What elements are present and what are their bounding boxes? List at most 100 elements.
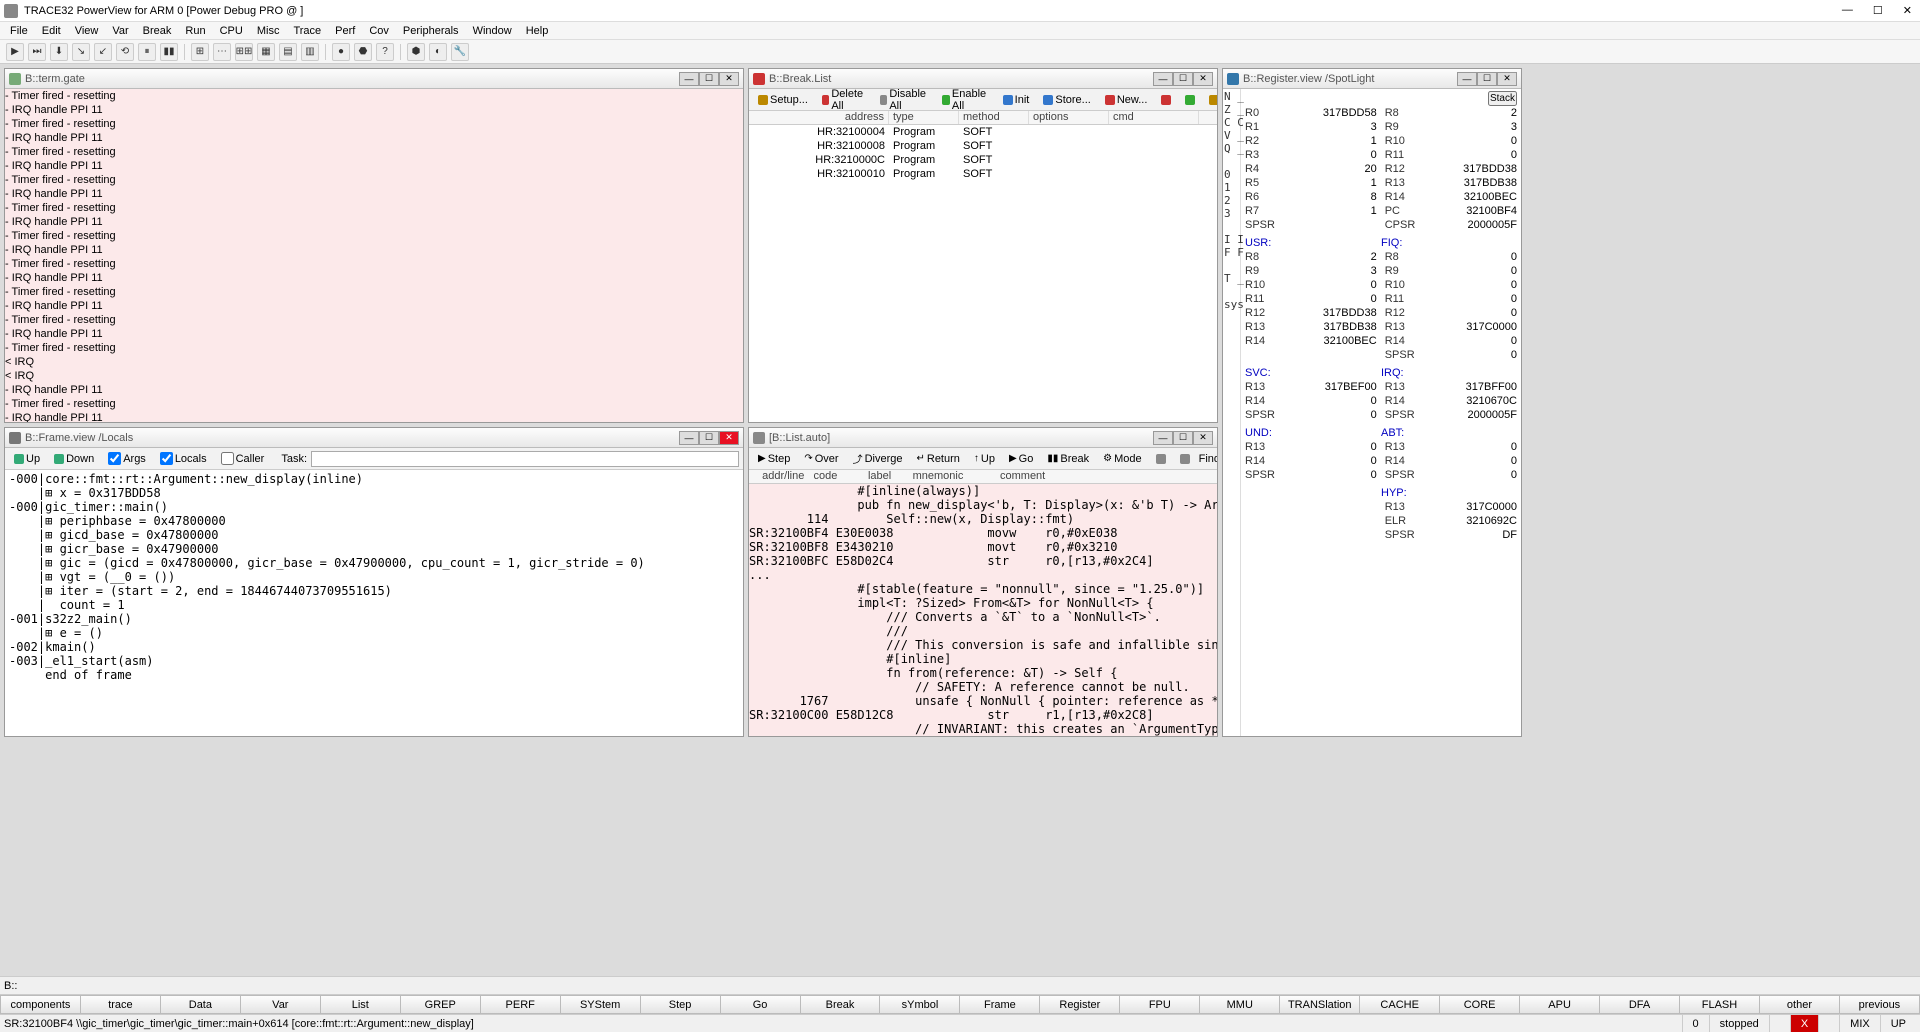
bottom-var-button[interactable]: Var bbox=[240, 995, 320, 1014]
register-cell[interactable]: 0 bbox=[1423, 454, 1517, 468]
register-cell[interactable] bbox=[1283, 348, 1377, 362]
register-cell[interactable]: 0 bbox=[1423, 348, 1517, 362]
break-cell-method[interactable]: SOFT bbox=[959, 125, 1029, 139]
toolbar-button-10[interactable]: ⋯ bbox=[213, 43, 231, 61]
register-cell[interactable]: R6 bbox=[1245, 190, 1275, 204]
pane-close-button[interactable]: ✕ bbox=[1497, 72, 1517, 86]
register-cell[interactable]: R7 bbox=[1245, 204, 1275, 218]
menu-trace[interactable]: Trace bbox=[287, 24, 327, 38]
register-cell[interactable] bbox=[1245, 528, 1275, 542]
register-cell[interactable]: SPSR bbox=[1385, 468, 1416, 482]
register-cell[interactable]: R14 bbox=[1385, 334, 1416, 348]
menu-run[interactable]: Run bbox=[179, 24, 211, 38]
task-input[interactable] bbox=[311, 451, 739, 467]
pane-minimize-button[interactable]: — bbox=[679, 431, 699, 445]
register-cell[interactable]: R1 bbox=[1245, 120, 1275, 134]
menu-window[interactable]: Window bbox=[467, 24, 518, 38]
toolbar-button-4[interactable]: ↙ bbox=[94, 43, 112, 61]
register-cell[interactable] bbox=[1283, 528, 1377, 542]
list-icon-button-0[interactable] bbox=[1151, 452, 1171, 466]
pane-close-button[interactable]: ✕ bbox=[719, 72, 739, 86]
register-cell[interactable]: 317C0000 bbox=[1423, 320, 1517, 334]
toolbar-button-16[interactable]: ● bbox=[332, 43, 350, 61]
pane-close-button[interactable]: ✕ bbox=[719, 431, 739, 445]
bottom-trace-button[interactable]: trace bbox=[80, 995, 160, 1014]
register-cell[interactable]: 317BDB38 bbox=[1423, 176, 1517, 190]
up-button[interactable]: ↑Up bbox=[969, 451, 1000, 467]
register-cell[interactable]: SPSR bbox=[1245, 408, 1275, 422]
menu-cov[interactable]: Cov bbox=[363, 24, 395, 38]
bottom-core-button[interactable]: CORE bbox=[1439, 995, 1519, 1014]
register-cell[interactable] bbox=[1283, 514, 1377, 528]
over-button[interactable]: ↷Over bbox=[799, 451, 843, 467]
break-cell-method[interactable]: SOFT bbox=[959, 139, 1029, 153]
register-cell[interactable]: 0 bbox=[1423, 334, 1517, 348]
register-cell[interactable]: R11 bbox=[1385, 292, 1416, 306]
menu-misc[interactable]: Misc bbox=[251, 24, 286, 38]
toolbar-button-17[interactable]: ⬣ bbox=[354, 43, 372, 61]
register-cell[interactable]: R13 bbox=[1385, 320, 1416, 334]
bottom-system-button[interactable]: SYStem bbox=[560, 995, 640, 1014]
break-cell-address[interactable]: HR:32100004 bbox=[749, 125, 889, 139]
pane-maximize-button[interactable]: ☐ bbox=[699, 431, 719, 445]
menu-file[interactable]: File bbox=[4, 24, 34, 38]
break-button[interactable]: ▮▮Break bbox=[1042, 451, 1094, 467]
break-icon-button-2[interactable] bbox=[1204, 93, 1218, 107]
toolbar-button-0[interactable]: ▶ bbox=[6, 43, 24, 61]
register-cell[interactable]: SPSR bbox=[1385, 408, 1416, 422]
register-cell[interactable]: SPSR bbox=[1245, 468, 1275, 482]
register-cell[interactable]: 32100BEC bbox=[1423, 190, 1517, 204]
toolbar-button-22[interactable]: 🔧 bbox=[451, 43, 469, 61]
menu-view[interactable]: View bbox=[69, 24, 105, 38]
break-cell-cmd[interactable] bbox=[1109, 139, 1199, 153]
toolbar-button-5[interactable]: ⟲ bbox=[116, 43, 134, 61]
bottom-dfa-button[interactable]: DFA bbox=[1599, 995, 1679, 1014]
break-cell-method[interactable]: SOFT bbox=[959, 167, 1029, 181]
register-cell[interactable] bbox=[1283, 500, 1377, 514]
menu-perf[interactable]: Perf bbox=[329, 24, 361, 38]
register-cell[interactable]: 0 bbox=[1283, 408, 1377, 422]
bottom-translation-button[interactable]: TRANSlation bbox=[1279, 995, 1359, 1014]
pane-minimize-button[interactable]: — bbox=[1153, 431, 1173, 445]
break-cell-address[interactable]: HR:32100010 bbox=[749, 167, 889, 181]
register-cell[interactable]: R13 bbox=[1385, 176, 1416, 190]
toolbar-button-9[interactable]: ⊞ bbox=[191, 43, 209, 61]
menu-var[interactable]: Var bbox=[106, 24, 134, 38]
maximize-button[interactable]: ☐ bbox=[1869, 4, 1887, 17]
register-cell[interactable]: 0 bbox=[1423, 440, 1517, 454]
pane-minimize-button[interactable]: — bbox=[1153, 72, 1173, 86]
break-cell-cmd[interactable] bbox=[1109, 125, 1199, 139]
menu-help[interactable]: Help bbox=[520, 24, 555, 38]
bottom-flash-button[interactable]: FLASH bbox=[1679, 995, 1759, 1014]
register-cell[interactable]: R10 bbox=[1245, 278, 1275, 292]
stack-button[interactable]: Stack bbox=[1488, 91, 1517, 106]
break-table-body[interactable]: HR:32100004ProgramSOFTHR:32100008Program… bbox=[749, 125, 1217, 422]
break-cell-type[interactable]: Program bbox=[889, 139, 959, 153]
pane-minimize-button[interactable]: — bbox=[1457, 72, 1477, 86]
register-cell[interactable]: R13 bbox=[1385, 440, 1416, 454]
pane-maximize-button[interactable]: ☐ bbox=[1173, 72, 1193, 86]
register-cell[interactable]: ELR bbox=[1385, 514, 1416, 528]
toolbar-button-6[interactable]: ⏸ bbox=[138, 43, 156, 61]
break-cell-cmd[interactable] bbox=[1109, 153, 1199, 167]
mode-button[interactable]: ⚙Mode bbox=[1098, 451, 1147, 467]
register-cell[interactable]: 317BDD58 bbox=[1283, 106, 1377, 120]
diverge-button[interactable]: ⤴Diverge bbox=[848, 449, 908, 468]
bottom-grep-button[interactable]: GREP bbox=[400, 995, 480, 1014]
register-cell[interactable]: R13 bbox=[1245, 320, 1275, 334]
register-cell[interactable]: R11 bbox=[1385, 148, 1416, 162]
bottom-apu-button[interactable]: APU bbox=[1519, 995, 1599, 1014]
register-cell[interactable]: 0 bbox=[1423, 468, 1517, 482]
break-cell-type[interactable]: Program bbox=[889, 125, 959, 139]
break-cell-options[interactable] bbox=[1029, 125, 1109, 139]
bottom-data-button[interactable]: Data bbox=[160, 995, 240, 1014]
register-cell[interactable]: 0 bbox=[1423, 134, 1517, 148]
toolbar-button-2[interactable]: ⬇ bbox=[50, 43, 68, 61]
register-cell[interactable]: 0 bbox=[1423, 306, 1517, 320]
register-cell[interactable]: 1 bbox=[1283, 204, 1377, 218]
bottom-symbol-button[interactable]: sYmbol bbox=[879, 995, 959, 1014]
register-cell[interactable]: 0 bbox=[1423, 278, 1517, 292]
register-body[interactable]: N _ Z _ C C V _ Q _ 0 1 2 3 I I F F T _ … bbox=[1223, 89, 1521, 736]
close-button[interactable]: ✕ bbox=[1899, 4, 1916, 17]
register-cell[interactable]: R14 bbox=[1385, 394, 1416, 408]
